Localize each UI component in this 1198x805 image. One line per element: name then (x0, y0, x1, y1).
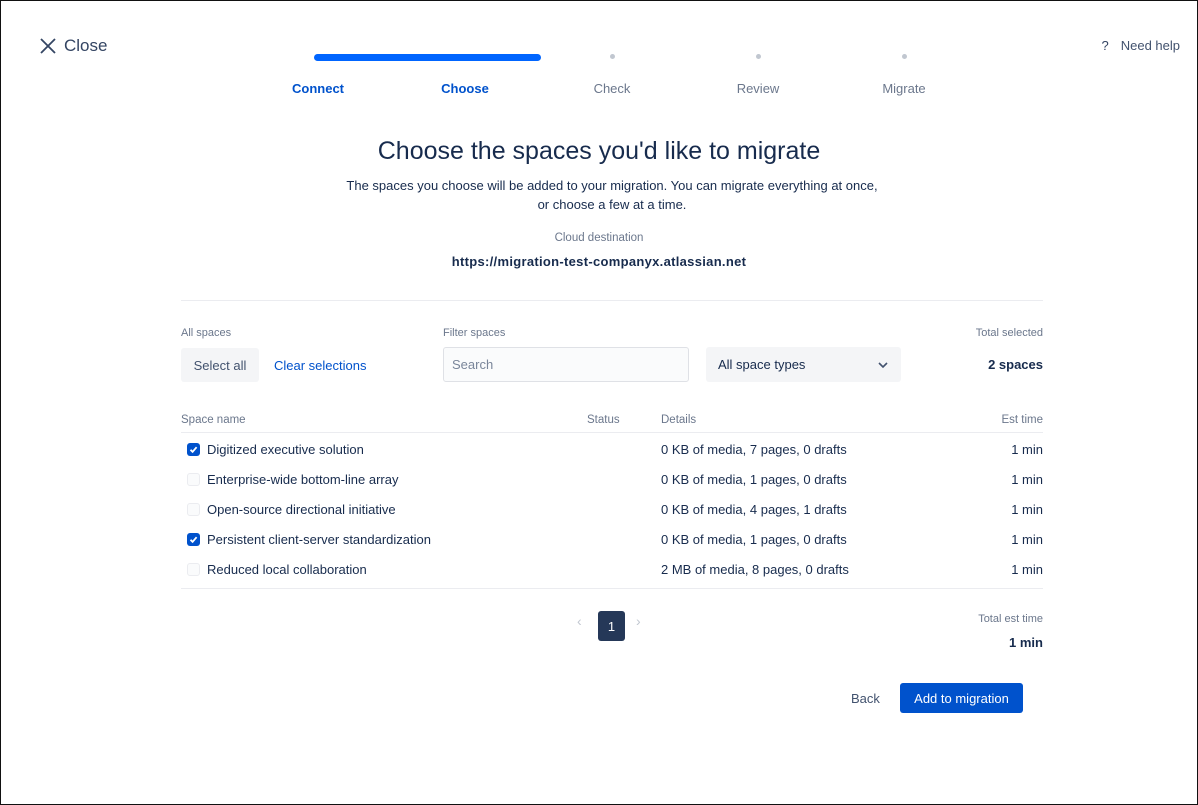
table-row[interactable]: Reduced local collaboration 2 MB of medi… (181, 555, 1043, 585)
space-type-value: All space types (718, 357, 806, 372)
question-icon: ? (1101, 38, 1109, 53)
table-footer-divider (181, 588, 1043, 589)
total-est-time-value: 1 min (1009, 635, 1043, 650)
space-details: 0 KB of media, 1 pages, 0 drafts (661, 532, 847, 547)
cloud-destination-label: Cloud destination (554, 232, 644, 244)
need-help-link[interactable]: ? Need help (1101, 38, 1180, 53)
close-label: Close (64, 36, 108, 55)
page-button-current[interactable]: 1 (598, 611, 625, 641)
step-migrate: Migrate (834, 50, 974, 96)
total-selected-value: 2 spaces (988, 357, 1043, 372)
next-page-icon[interactable]: › (636, 613, 641, 629)
close-button[interactable]: Close (38, 36, 107, 56)
row-checkbox[interactable] (187, 443, 200, 456)
column-header-details: Details (661, 414, 697, 426)
select-all-button[interactable]: Select all (181, 348, 259, 382)
section-divider (181, 300, 1043, 301)
step-choose: Choose (395, 50, 535, 96)
space-est-time: 1 min (1011, 532, 1043, 547)
clear-selections-button[interactable]: Clear selections (266, 348, 375, 382)
subtitle-line-1: The spaces you choose will be added to y… (346, 178, 878, 193)
back-button[interactable]: Back (842, 683, 889, 713)
cloud-destination-url: https://migration-test-companyx.atlassia… (451, 254, 747, 269)
space-details: 2 MB of media, 8 pages, 0 drafts (661, 562, 849, 577)
space-name: Open-source directional initiative (207, 502, 396, 517)
row-checkbox[interactable] (187, 563, 200, 576)
space-details: 0 KB of media, 1 pages, 0 drafts (661, 472, 847, 487)
row-checkbox[interactable] (187, 473, 200, 486)
checkmark-icon (189, 536, 198, 544)
space-name: Persistent client-server standardization (207, 532, 431, 547)
space-details: 0 KB of media, 7 pages, 0 drafts (661, 442, 847, 457)
step-dot (901, 54, 907, 59)
space-name: Reduced local collaboration (207, 562, 367, 577)
table-row[interactable]: Digitized executive solution 0 KB of med… (181, 435, 1043, 465)
step-check: Check (542, 50, 682, 96)
space-name: Digitized executive solution (207, 442, 364, 457)
chevron-down-icon (878, 361, 888, 368)
close-icon (40, 38, 56, 54)
add-to-migration-button[interactable]: Add to migration (900, 683, 1023, 713)
page-subtitle: The spaces you choose will be added to y… (320, 176, 904, 214)
search-input[interactable] (443, 347, 689, 382)
total-est-time-label: Total est time (978, 613, 1043, 625)
page-title: Choose the spaces you'd like to migrate (377, 137, 821, 165)
table-row[interactable]: Persistent client-server standardization… (181, 525, 1043, 555)
checkmark-icon (189, 446, 198, 454)
table-row[interactable]: Open-source directional initiative 0 KB … (181, 495, 1043, 525)
filter-spaces-label: Filter spaces (443, 327, 506, 339)
total-selected-label: Total selected (975, 327, 1043, 339)
space-est-time: 1 min (1011, 502, 1043, 517)
table-header-divider (181, 432, 1043, 433)
space-details: 0 KB of media, 4 pages, 1 drafts (661, 502, 847, 517)
row-checkbox[interactable] (187, 503, 200, 516)
step-label: Choose (441, 81, 489, 96)
space-est-time: 1 min (1011, 562, 1043, 577)
row-checkbox[interactable] (187, 533, 200, 546)
step-dot (609, 54, 615, 59)
space-name: Enterprise-wide bottom-line array (207, 472, 399, 487)
column-header-status: Status (587, 414, 620, 426)
space-type-select[interactable]: All space types (706, 347, 901, 382)
all-spaces-label: All spaces (181, 327, 232, 339)
space-est-time: 1 min (1011, 442, 1043, 457)
step-label: Connect (292, 81, 344, 96)
prev-page-icon[interactable]: ‹ (577, 613, 582, 629)
step-dot (755, 54, 761, 59)
step-label: Review (736, 81, 780, 96)
table-row[interactable]: Enterprise-wide bottom-line array 0 KB o… (181, 465, 1043, 495)
step-label: Migrate (882, 81, 926, 96)
column-header-space-name: Space name (181, 414, 246, 426)
space-est-time: 1 min (1011, 472, 1043, 487)
step-review: Review (688, 50, 828, 96)
column-header-est-time: Est time (1001, 414, 1043, 426)
progress-tracker: Connect Choose Check Review Migrate (283, 50, 943, 100)
step-connect: Connect (248, 50, 388, 96)
step-label: Check (593, 81, 631, 96)
subtitle-line-2: or choose a few at a time. (537, 197, 687, 212)
need-help-label: Need help (1120, 38, 1180, 53)
